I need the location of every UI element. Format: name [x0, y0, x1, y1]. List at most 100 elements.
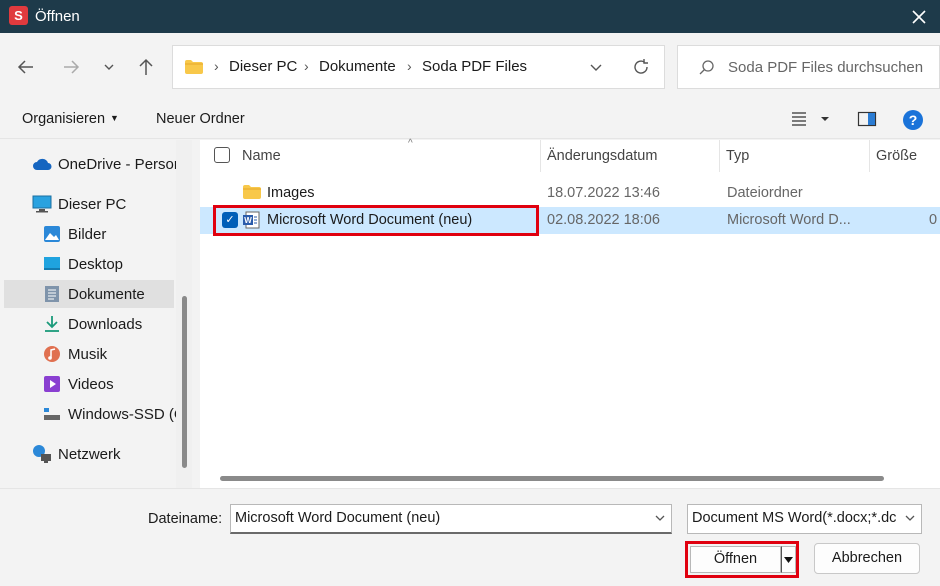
- sidebar-item-desktop[interactable]: Desktop: [42, 250, 192, 278]
- arrow-right-icon: [64, 60, 80, 74]
- soda-pdf-app-icon: S: [9, 6, 28, 25]
- forward-button[interactable]: [57, 53, 85, 81]
- recent-locations-button[interactable]: [95, 53, 123, 81]
- help-button[interactable]: ?: [902, 109, 924, 134]
- file-size: 0: [929, 212, 938, 228]
- caret-down-icon: [784, 557, 793, 563]
- pictures-icon: [42, 224, 62, 244]
- breadcrumb-dokumente[interactable]: Dokumente: [319, 58, 396, 75]
- breadcrumb-separator: ›: [407, 58, 412, 74]
- organize-label: Organisieren: [22, 111, 106, 127]
- cloud-icon: [32, 154, 52, 174]
- filename-field[interactable]: Microsoft Word Document (neu): [230, 504, 672, 534]
- folder-icon: [185, 60, 203, 74]
- breadcrumb-dieser-pc[interactable]: Dieser PC: [229, 58, 297, 75]
- column-header-type[interactable]: Typ: [720, 140, 868, 172]
- sidebar-item-label: Videos: [68, 375, 114, 393]
- music-icon: [42, 344, 62, 364]
- search-placeholder: Soda PDF Files durchsuchen: [728, 59, 924, 76]
- filename-label: Dateiname:: [148, 511, 223, 527]
- address-bar[interactable]: › Dieser PC › Dokumente › Soda PDF Files: [172, 45, 665, 89]
- caret-down-icon: ▼: [110, 113, 119, 123]
- sidebar-item-downloads[interactable]: Downloads: [42, 310, 192, 338]
- refresh-icon[interactable]: [632, 58, 650, 76]
- column-header-name[interactable]: Name ^: [236, 138, 540, 172]
- file-date: 02.08.2022 18:06: [547, 212, 660, 228]
- navigation-pane: OneDrive - Persor Dieser PC Bilder Deskt…: [0, 140, 192, 488]
- documents-icon: [42, 284, 62, 304]
- dialog-footer: Dateiname: Microsoft Word Document (neu)…: [0, 488, 940, 586]
- breadcrumb-separator: ›: [304, 58, 309, 74]
- file-list-horizontal-scrollbar[interactable]: [200, 468, 940, 488]
- videos-icon: [42, 374, 62, 394]
- sidebar-item-onedrive[interactable]: OneDrive - Persor: [32, 150, 192, 178]
- chevron-down-icon: [104, 64, 114, 70]
- file-type: Dateiordner: [727, 185, 803, 201]
- file-type-filter-value: Document MS Word(*.docx;*.dc: [692, 510, 897, 526]
- arrow-left-icon: [17, 60, 33, 74]
- up-button[interactable]: [132, 53, 160, 81]
- svg-text:?: ?: [909, 112, 918, 128]
- desktop-icon: [42, 254, 62, 274]
- preview-pane-button[interactable]: [857, 109, 877, 132]
- sidebar-item-windows-ssd[interactable]: Windows-SSD (C: [42, 400, 192, 428]
- sort-ascending-icon: ^: [408, 138, 413, 149]
- column-header-label: Name: [242, 148, 281, 164]
- back-button[interactable]: [12, 53, 40, 81]
- column-header-size[interactable]: Größe: [870, 140, 940, 172]
- breadcrumb-separator: ›: [214, 58, 219, 74]
- drive-icon: [42, 404, 62, 424]
- search-icon: [699, 60, 714, 75]
- file-name: Images: [267, 185, 315, 201]
- file-list: Name ^ Änderungsdatum Typ Größe Images 1…: [200, 138, 940, 488]
- sidebar-item-videos[interactable]: Videos: [42, 370, 192, 398]
- chevron-down-icon: [903, 511, 917, 525]
- sidebar-item-musik[interactable]: Musik: [42, 340, 192, 368]
- search-box[interactable]: Soda PDF Files durchsuchen: [677, 45, 940, 89]
- view-options-button[interactable]: [790, 109, 834, 132]
- folder-icon: [243, 185, 261, 199]
- close-button[interactable]: [906, 4, 932, 30]
- close-icon: [912, 10, 926, 24]
- column-header-date[interactable]: Änderungsdatum: [541, 140, 719, 172]
- open-options-dropdown-button[interactable]: [781, 546, 796, 573]
- arrow-up-icon: [139, 58, 153, 75]
- navigation-bar: › Dieser PC › Dokumente › Soda PDF Files…: [0, 33, 940, 99]
- organize-button[interactable]: Organisieren ▼: [22, 111, 119, 127]
- sidebar-item-label: Dieser PC: [58, 195, 127, 213]
- sidebar-item-label: Bilder: [68, 225, 107, 243]
- breadcrumb-soda-pdf-files[interactable]: Soda PDF Files: [422, 58, 527, 75]
- sidebar-item-label: Musik: [68, 345, 108, 363]
- preview-pane-icon: [857, 111, 877, 127]
- sidebar-item-label: Dokumente: [68, 285, 145, 303]
- sidebar-item-dieser-pc[interactable]: Dieser PC: [32, 190, 192, 218]
- cancel-button[interactable]: Abbrechen: [814, 543, 920, 574]
- help-icon: ?: [903, 110, 923, 130]
- file-row-images[interactable]: Images 18.07.2022 13:46 Dateiordner: [200, 180, 940, 207]
- file-date: 18.07.2022 13:46: [547, 185, 660, 201]
- sidebar-item-dokumente[interactable]: Dokumente: [4, 280, 174, 308]
- network-icon: [32, 444, 52, 464]
- chevron-down-icon[interactable]: [653, 511, 667, 525]
- sidebar-item-label: Desktop: [68, 255, 124, 273]
- sidebar-item-bilder[interactable]: Bilder: [42, 220, 192, 248]
- open-button[interactable]: Öffnen: [690, 546, 781, 573]
- file-type-filter-select[interactable]: Document MS Word(*.docx;*.dc: [687, 504, 922, 534]
- window-title: Öffnen: [35, 8, 80, 25]
- sidebar-item-label: Netzwerk: [58, 445, 121, 463]
- download-icon: [42, 314, 62, 334]
- select-all-checkbox[interactable]: [214, 147, 230, 163]
- file-type: Microsoft Word D...: [727, 212, 851, 228]
- new-folder-button[interactable]: Neuer Ordner: [156, 111, 245, 127]
- sidebar-item-label: Downloads: [68, 315, 143, 333]
- computer-icon: [32, 194, 52, 214]
- sidebar-item-netzwerk[interactable]: Netzwerk: [32, 440, 192, 468]
- sidebar-scrollbar-thumb[interactable]: [182, 296, 187, 468]
- command-bar: Organisieren ▼ Neuer Ordner ?: [0, 99, 940, 139]
- selection-highlight-annotation: [213, 205, 539, 236]
- chevron-down-icon[interactable]: [588, 59, 604, 75]
- horizontal-scrollbar-thumb[interactable]: [220, 476, 884, 481]
- sidebar-item-label: Windows-SSD (C: [68, 405, 185, 423]
- view-details-icon: [792, 112, 829, 126]
- title-bar: S Öffnen: [0, 0, 940, 33]
